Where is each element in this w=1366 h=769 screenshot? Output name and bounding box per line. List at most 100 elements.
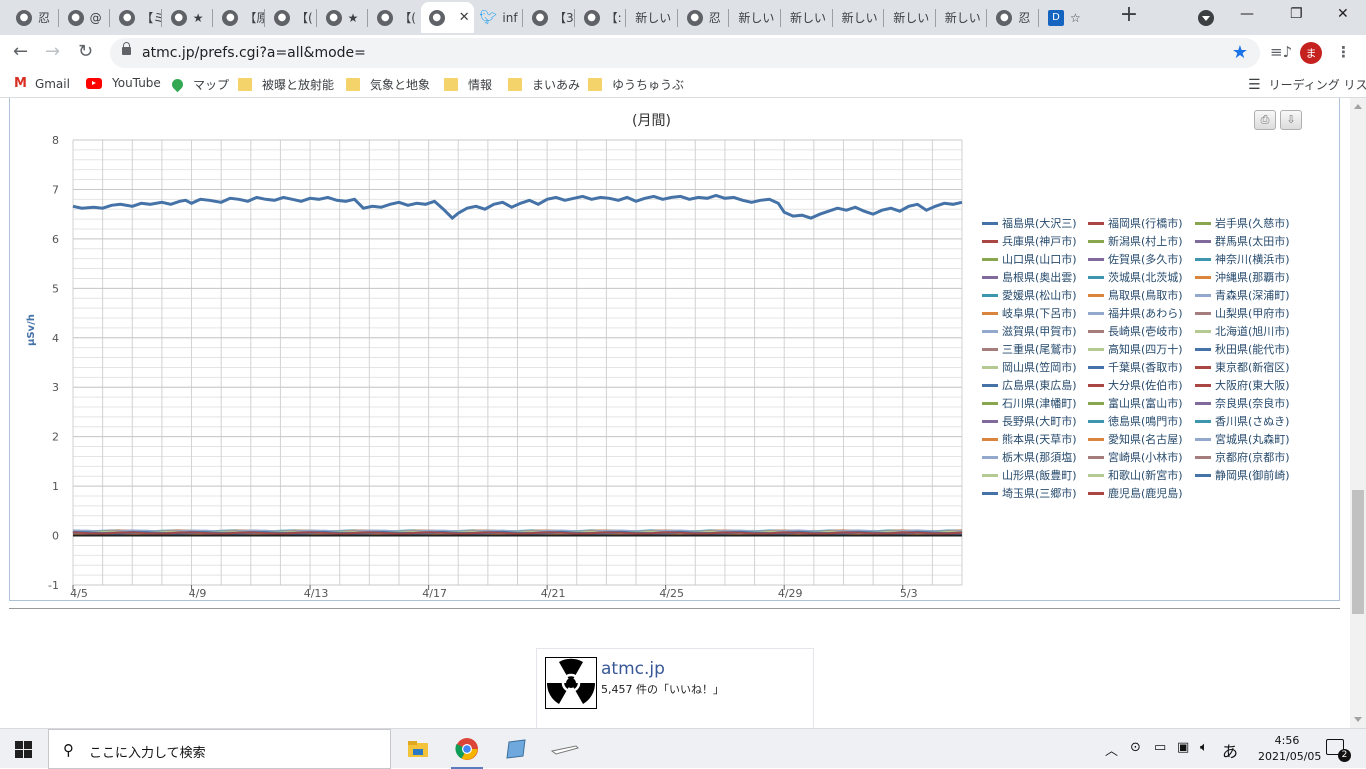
maximize-icon[interactable]: ❐ (1290, 6, 1303, 22)
airplane-app-icon[interactable] (541, 729, 589, 769)
bookmark-folder[interactable]: ゆうちゅうぶ (588, 76, 684, 93)
legend-item[interactable]: 奈良県(奈良市) (1195, 395, 1290, 411)
legend-item[interactable]: 広島県(東広島) (982, 377, 1077, 393)
scroll-thumb[interactable] (1352, 490, 1364, 614)
browser-tab[interactable]: ● ★ (318, 2, 368, 33)
chrome-icon[interactable] (443, 729, 491, 769)
browser-tab[interactable]: ● 忍 (8, 2, 58, 33)
reload-icon[interactable]: ↻ (78, 41, 93, 62)
browser-tab[interactable]: ● 【( (266, 2, 316, 33)
legend-item[interactable]: 山梨県(甲府市) (1195, 305, 1290, 321)
bookmark-folder[interactable]: 気象と地象 (346, 76, 430, 93)
battery-icon[interactable]: ▭ (1154, 740, 1166, 755)
legend-item[interactable]: 愛媛県(松山市) (982, 287, 1077, 303)
legend-item[interactable]: 福井県(あわら) (1088, 305, 1183, 321)
legend-item[interactable]: 栃木県(那須塩) (982, 449, 1077, 465)
legend-item[interactable]: 東京都(新宿区) (1195, 359, 1290, 375)
bookmark-folder[interactable]: 被曝と放射能 (238, 76, 334, 93)
legend-item[interactable]: 福岡県(行橋市) (1088, 215, 1183, 231)
legend-item[interactable]: 埼玉県(三郷市) (982, 485, 1077, 501)
legend-item[interactable]: 高知県(四万十) (1088, 341, 1183, 357)
browser-tab[interactable]: ● 【原 (214, 2, 264, 33)
tab-active[interactable]: ● ✕ (420, 2, 475, 33)
minimize-icon[interactable]: — (1240, 6, 1254, 22)
browser-tab[interactable]: ● 【( (369, 2, 419, 33)
legend-item[interactable]: 北海道(旭川市) (1195, 323, 1290, 339)
legend-item[interactable]: 長崎県(壱岐市) (1088, 323, 1183, 339)
legend-item[interactable]: 神奈川(横浜市) (1195, 251, 1290, 267)
show-hidden-icons[interactable]: ︿ (1105, 740, 1118, 759)
scroll-down-icon[interactable] (1354, 717, 1362, 722)
legend-item[interactable]: 福島県(大沢三) (982, 215, 1077, 231)
legend-item[interactable]: 岩手県(久慈市) (1195, 215, 1290, 231)
page-scrollbar[interactable] (1350, 98, 1366, 728)
legend-item[interactable]: 宮城県(丸森町) (1195, 431, 1290, 447)
legend-item[interactable]: 富山県(富山市) (1088, 395, 1183, 411)
legend-item[interactable]: 長野県(大町市) (982, 413, 1077, 429)
legend-item[interactable]: 岡山県(笠岡市) (982, 359, 1077, 375)
legend-item[interactable]: 和歌山(新宮市) (1088, 467, 1183, 483)
taskbar-clock[interactable]: 4:56 2021/05/05 (1258, 733, 1321, 765)
browser-tab[interactable]: 🐦︎ inf (472, 2, 522, 33)
legend-item[interactable]: 香川県(さぬき) (1195, 413, 1289, 429)
legend-item[interactable]: 愛知県(名古屋) (1088, 431, 1183, 447)
legend-item[interactable]: 茨城県(北茨城) (1088, 269, 1183, 285)
notifications-icon[interactable]: 2 (1326, 739, 1351, 762)
scroll-up-icon[interactable] (1354, 104, 1362, 109)
browser-tab[interactable]: 新しい (782, 2, 832, 33)
new-tab-button[interactable]: + (1118, 4, 1140, 27)
bookmark-maps[interactable]: マップ (169, 76, 229, 93)
legend-item[interactable]: 佐賀県(多久市) (1088, 251, 1183, 267)
legend-item[interactable]: 千葉県(香取市) (1088, 359, 1183, 375)
browser-tab[interactable]: ● 【3 (524, 2, 574, 33)
print-icon[interactable]: ⎙ (1254, 110, 1276, 130)
volume-icon[interactable]: 🔈︎ (1200, 740, 1208, 755)
browser-tab[interactable]: ● @ (60, 2, 110, 33)
avatar[interactable]: ま (1300, 42, 1322, 64)
legend-item[interactable]: 鳥取県(鳥取市) (1088, 287, 1183, 303)
network-icon[interactable]: ▣ (1177, 740, 1189, 755)
browser-tab[interactable]: 新しい (937, 2, 987, 33)
bookmark-gmail[interactable]: M Gmail (14, 76, 70, 91)
bookmark-folder[interactable]: まいあみ (508, 76, 580, 93)
browser-tab[interactable]: ● 【ミ (111, 2, 161, 33)
legend-item[interactable]: 山口県(山口市) (982, 251, 1077, 267)
bookmark-star-icon[interactable]: ★ (1232, 42, 1248, 63)
download-icon[interactable]: ⇩ (1280, 110, 1302, 130)
address-bar[interactable]: atmc.jp/prefs.cgi?a=all&mode= ★ (110, 38, 1260, 68)
forward-icon[interactable]: → (45, 41, 60, 62)
menu-icon[interactable]: ⋮ (1336, 43, 1351, 61)
legend-item[interactable]: 宮崎県(小林市) (1088, 449, 1183, 465)
url-text[interactable]: atmc.jp/prefs.cgi?a=all&mode= (142, 45, 366, 61)
media-control-icon[interactable]: ≡♪ (1270, 43, 1292, 61)
legend-item[interactable]: 静岡県(御前崎) (1195, 467, 1290, 483)
ime-indicator[interactable]: あ (1222, 738, 1238, 762)
browser-tab[interactable]: 新しい (627, 2, 677, 33)
legend-item[interactable]: 大分県(佐伯市) (1088, 377, 1183, 393)
close-window-icon[interactable]: ✕ (1337, 6, 1349, 22)
legend-item[interactable]: 鹿児島(鹿児島) (1088, 485, 1183, 501)
legend-item[interactable]: 熊本県(天草市) (982, 431, 1077, 447)
bookmark-folder[interactable]: 情報 (444, 76, 492, 93)
back-icon[interactable]: ← (13, 41, 28, 62)
legend-item[interactable]: 青森県(深浦町) (1195, 287, 1290, 303)
legend-item[interactable]: 沖縄県(那覇市) (1195, 269, 1290, 285)
legend-item[interactable]: 京都府(京都市) (1195, 449, 1290, 465)
facebook-page-name[interactable]: atmc.jp (601, 659, 665, 679)
meet-now-icon[interactable]: ⊙ (1130, 740, 1141, 755)
notebook-app-icon[interactable] (492, 729, 540, 769)
legend-item[interactable]: 石川県(津幡町) (982, 395, 1077, 411)
file-explorer-icon[interactable] (394, 729, 442, 769)
browser-tab[interactable]: 新しい (885, 2, 935, 33)
bookmark-youtube[interactable]: YouTube (86, 76, 161, 90)
legend-item[interactable]: 新潟県(村上市) (1088, 233, 1183, 249)
legend-item[interactable]: 岐阜県(下呂市) (982, 305, 1077, 321)
browser-tab[interactable]: 新しい (730, 2, 780, 33)
radiation-logo-icon[interactable] (545, 657, 597, 709)
taskbar-search[interactable]: ⚲ ここに入力して検索 (48, 729, 391, 769)
close-tab-icon[interactable]: ✕ (459, 10, 470, 25)
browser-tab[interactable]: D ☆ (1040, 2, 1090, 33)
legend-item[interactable]: 大阪府(東大阪) (1195, 377, 1290, 393)
legend-item[interactable]: 秋田県(能代市) (1195, 341, 1290, 357)
reading-list-button[interactable]: ☰ リーディング リスト (1248, 76, 1366, 93)
